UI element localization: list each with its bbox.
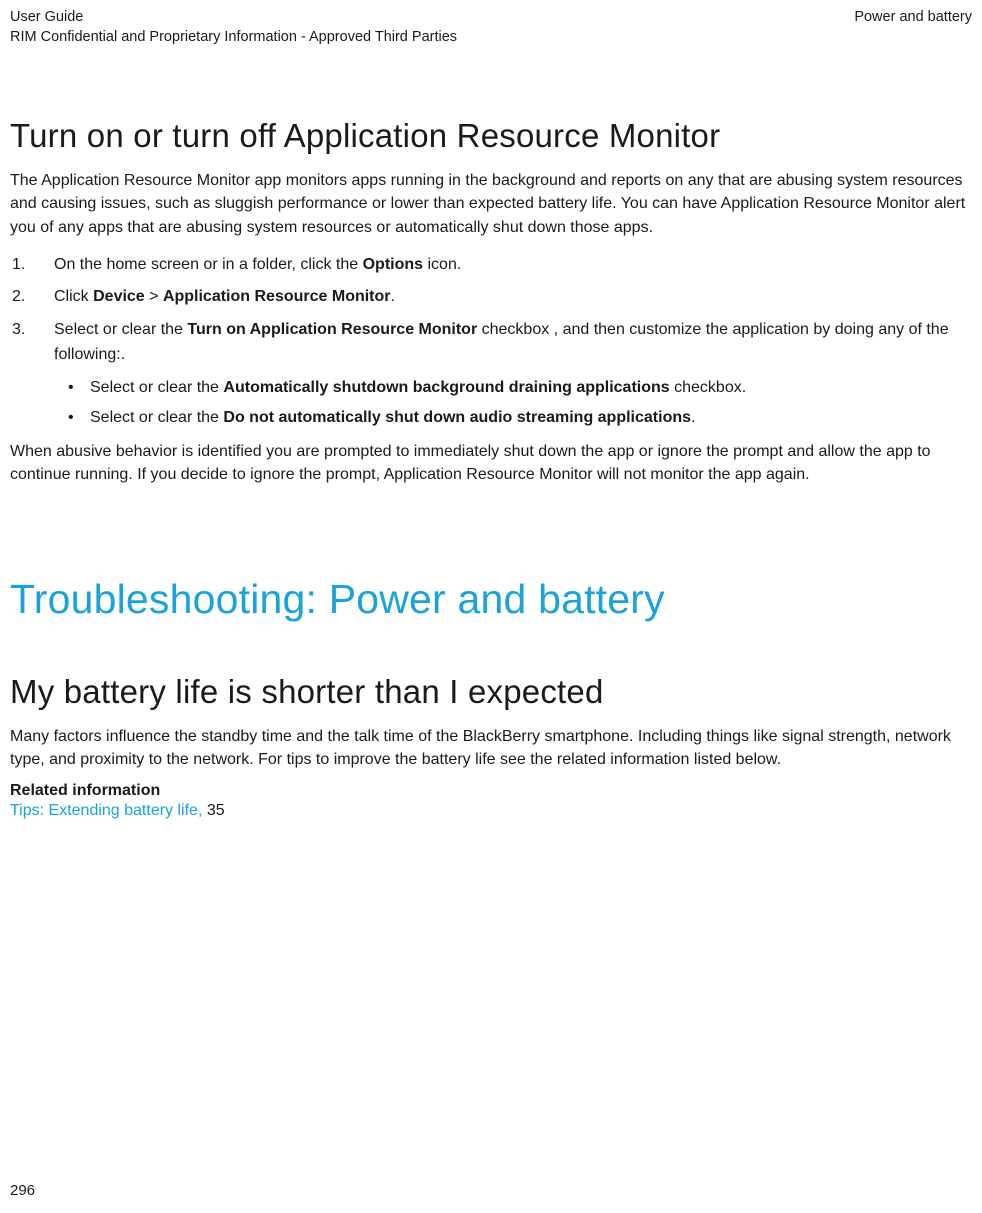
related-link-text: Tips: Extending battery life, — [10, 802, 207, 819]
step-2-mid: > — [145, 288, 163, 305]
battery-life-paragraph: Many factors influence the standby time … — [10, 725, 972, 771]
arm-steps-list: On the home screen or in a folder, click… — [10, 253, 972, 430]
step-1-text-pre: On the home screen or in a folder, click… — [54, 256, 363, 273]
step-2-bold-1: Device — [93, 288, 145, 305]
arm-intro-paragraph: The Application Resource Monitor app mon… — [10, 169, 972, 239]
section-title-arm: Turn on or turn off Application Resource… — [10, 117, 972, 155]
chapter-title-troubleshooting: Troubleshooting: Power and battery — [10, 576, 972, 623]
related-information-heading: Related information — [10, 782, 972, 800]
sub2-bold: Do not automatically shut down audio str… — [223, 409, 691, 426]
page-number: 296 — [10, 1182, 35, 1199]
sub1-bold: Automatically shutdown background draini… — [223, 379, 669, 396]
step-1: On the home screen or in a folder, click… — [10, 253, 972, 278]
step-2-post: . — [391, 288, 395, 305]
sub1-post: checkbox. — [670, 379, 746, 396]
step-2-text-pre: Click — [54, 288, 93, 305]
header-doc-title: User Guide — [10, 8, 457, 28]
sub1-pre: Select or clear the — [90, 379, 223, 396]
related-link-page: 35 — [207, 802, 225, 819]
step-3: Select or clear the Turn on Application … — [10, 318, 972, 430]
substep-1: Select or clear the Automatically shutdo… — [54, 376, 972, 400]
header-left: User Guide RIM Confidential and Propriet… — [10, 8, 457, 47]
step-2: Click Device > Application Resource Moni… — [10, 285, 972, 310]
step-1-text-post: icon. — [423, 256, 461, 273]
arm-closing-paragraph: When abusive behavior is identified you … — [10, 440, 972, 486]
header-section-name: Power and battery — [854, 8, 972, 28]
page-header: User Guide RIM Confidential and Propriet… — [10, 8, 972, 47]
step-1-bold: Options — [363, 256, 423, 273]
page: User Guide RIM Confidential and Propriet… — [0, 0, 982, 1213]
step-2-bold-2: Application Resource Monitor — [163, 288, 391, 305]
section-title-battery-life: My battery life is shorter than I expect… — [10, 673, 972, 711]
sub2-pre: Select or clear the — [90, 409, 223, 426]
substep-2: Select or clear the Do not automatically… — [54, 406, 972, 430]
step-3-text-pre: Select or clear the — [54, 321, 187, 338]
related-link[interactable]: Tips: Extending battery life, — [10, 802, 207, 819]
step-3-bold: Turn on Application Resource Monitor — [187, 321, 477, 338]
step-3-sublist: Select or clear the Automatically shutdo… — [54, 376, 972, 430]
sub2-post: . — [691, 409, 695, 426]
header-confidentiality: RIM Confidential and Proprietary Informa… — [10, 28, 457, 48]
related-link-line: Tips: Extending battery life, 35 — [10, 802, 972, 820]
